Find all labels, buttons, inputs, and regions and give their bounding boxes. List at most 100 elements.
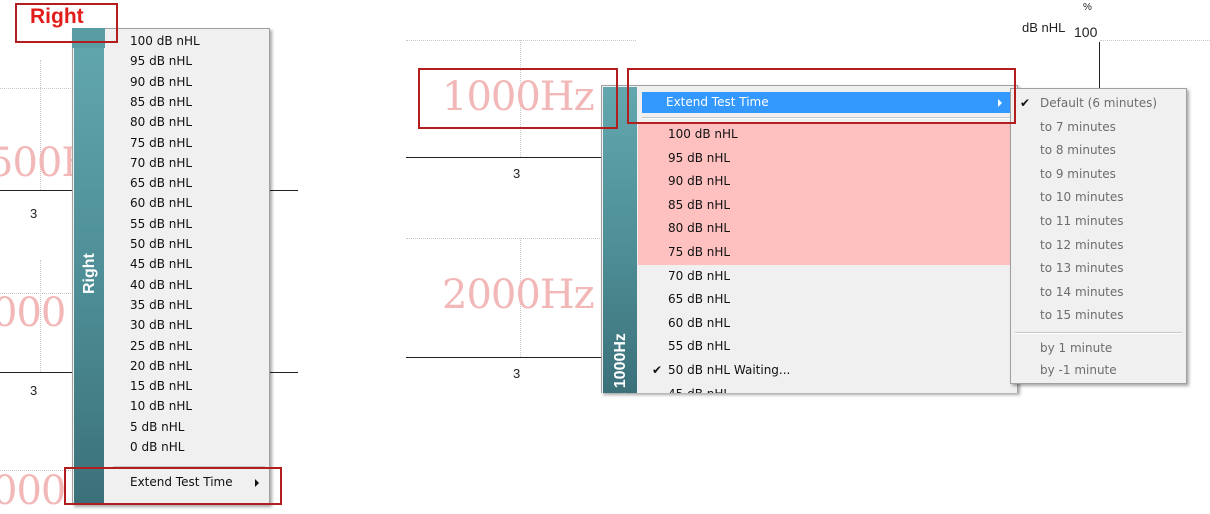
level-menu-item[interactable]: 45 dB nHL [638,383,1014,393]
level-menu-item[interactable]: 70 dB nHL [638,265,1014,289]
grid-line [0,88,75,89]
level-menu-item-label: 65 dB nHL [668,292,731,307]
percent-label: % [1083,2,1092,13]
highlight-box [627,68,1016,124]
level-menu-item[interactable]: 40 dB nHL [73,275,269,296]
axis-value: 3 [30,383,38,398]
level-menu-item-label: 75 dB nHL [130,135,193,150]
level-menu-item[interactable]: 75 dB nHL [73,133,269,154]
grid-line [268,372,298,373]
level-menu-item-label: 30 dB nHL [130,318,193,333]
extend-time-option[interactable]: to 8 minutes [1011,139,1186,163]
ghost-frequency-label: 2000Hz [442,272,595,318]
level-menu-item[interactable]: 90 dB nHL [638,170,1014,194]
extend-time-step-option[interactable]: by -1 minute [1011,359,1186,381]
level-menu-item[interactable]: ✔ 50 dB nHL Waiting... [638,359,1014,383]
extend-time-option[interactable]: to 15 minutes [1011,304,1186,328]
extend-time-submenu: ✔ Default (6 minutes) to 7 minutes to 8 min… [1010,88,1187,384]
level-menu-item[interactable]: 85 dB nHL [73,92,269,113]
level-menu-item[interactable]: 85 dB nHL [638,193,1014,218]
level-menu-item-label: 70 dB nHL [668,268,731,283]
level-menu-item-label: 50 dB nHL Waiting... [668,363,791,377]
level-menu-item[interactable]: 25 dB nHL [73,336,269,357]
extend-time-option[interactable]: to 12 minutes [1011,234,1186,258]
test-frequency-bar-label: t 1000Hz [612,333,629,393]
level-menu-item[interactable]: 5 dB nHL [73,417,269,438]
level-menu-item-label: 45 dB nHL [668,383,730,393]
level-menu-item-label: 100 dB nHL [668,127,738,141]
level-menu-item[interactable]: 45 dB nHL [73,254,269,275]
level-menu-item[interactable]: 50 dB nHL [73,234,269,255]
extend-time-option[interactable]: to 13 minutes [1011,257,1186,281]
level-menu-item-label: 95 dB nHL [130,54,193,69]
check-icon: ✔ [1020,96,1031,110]
level-menu-item[interactable]: 55 dB nHL [638,335,1014,359]
highlight-box [418,68,618,129]
level-menu-item[interactable]: 65 dB nHL [638,288,1014,312]
level-context-menu-expanded: t 1000Hz Extend Test Time 100 dB nHL 95 d… [601,85,1018,393]
level-menu-item-label: 60 dB nHL [130,196,193,211]
extend-time-option[interactable]: to 14 minutes [1011,281,1186,305]
level-menu-item[interactable]: 100 dB nHL [638,123,1014,147]
level-menu-item-label: 5 dB nHL [130,419,185,434]
level-menu-item-label: 80 dB nHL [130,115,193,130]
extend-time-option-label: to 9 minutes [1040,166,1116,181]
level-menu-item-label: 85 dB nHL [130,94,193,109]
grid-line [406,238,606,239]
level-menu-item-label: 90 dB nHL [130,74,193,89]
level-menu-item-label: 85 dB nHL [668,197,731,212]
extend-time-option-label: to 10 minutes [1040,190,1124,205]
extend-time-option-label: to 8 minutes [1040,143,1116,158]
level-menu-item[interactable]: 75 dB nHL [638,241,1014,265]
extend-time-option[interactable]: to 10 minutes [1011,186,1186,210]
grid-line [0,190,75,191]
extend-time-option-label: to 11 minutes [1040,214,1124,228]
level-menu-item-label: 90 dB nHL [668,174,731,189]
level-menu-item-label: 50 dB nHL [130,237,193,251]
extend-time-option[interactable]: to 11 minutes [1011,210,1186,234]
level-menu-item[interactable]: 10 dB nHL [73,396,269,417]
level-menu-item-label: 95 dB nHL [668,150,731,165]
axis-value: 3 [513,366,521,381]
level-menu-item[interactable]: 60 dB nHL [638,312,1014,336]
level-menu-item[interactable]: 0 dB nHL [73,437,269,458]
level-menu-item-label: 25 dB nHL [130,338,193,353]
check-icon: ✔ [652,363,663,377]
level-menu-item[interactable]: 20 dB nHL [73,356,269,377]
axis-value: 3 [30,206,38,221]
extend-time-step-label: by -1 minute [1040,363,1117,377]
level-menu-item-label: 35 dB nHL [130,297,193,312]
level-context-menu: Right 100 dB nHL 95 dB nHL 90 dB nHL 85 dB … [72,28,270,505]
highlight-box [15,3,118,43]
grid-line [0,372,75,373]
level-menu-item-label: 55 dB nHL [668,339,731,354]
level-menu-item[interactable]: 70 dB nHL [73,153,269,174]
level-menu-item-label: 75 dB nHL [668,245,731,259]
level-menu-item-label: 80 dB nHL [668,221,731,236]
level-menu-item[interactable]: 90 dB nHL [73,72,269,93]
level-menu-item-label: 10 dB nHL [130,399,193,414]
level-menu-item-label: 65 dB nHL [130,176,193,191]
level-menu-item[interactable]: 60 dB nHL [73,193,269,214]
level-menu-item[interactable]: 55 dB nHL [73,214,269,235]
level-menu-item[interactable]: 15 dB nHL [73,376,269,397]
level-menu-item[interactable]: 80 dB nHL [638,217,1014,241]
extend-time-option-label: to 15 minutes [1040,308,1124,323]
level-menu-item[interactable]: 95 dB nHL [73,51,269,72]
level-menu-item[interactable]: 95 dB nHL [638,146,1014,171]
level-menu-item[interactable]: 80 dB nHL [73,112,269,133]
level-menu-item[interactable]: 65 dB nHL [73,173,269,194]
level-menu-item-label: 0 dB nHL [130,440,185,454]
extend-time-step-option[interactable]: by 1 minute [1011,337,1186,359]
extend-time-option-label: to 12 minutes [1040,237,1124,252]
extend-time-option[interactable]: ✔ Default (6 minutes) [1011,92,1186,116]
extend-time-option[interactable]: to 9 minutes [1011,163,1186,187]
level-menu-item[interactable]: 30 dB nHL [73,315,269,336]
ghost-frequency-label: 000 [0,468,66,514]
level-menu-item-label: 20 dB nHL [130,358,193,373]
level-menu-item-label: 45 dB nHL [130,257,193,272]
level-menu-item[interactable]: 35 dB nHL [73,295,269,316]
percent-100-label: 100 [1074,24,1098,40]
extend-time-option-label: to 13 minutes [1040,261,1124,276]
extend-time-option[interactable]: to 7 minutes [1011,116,1186,140]
